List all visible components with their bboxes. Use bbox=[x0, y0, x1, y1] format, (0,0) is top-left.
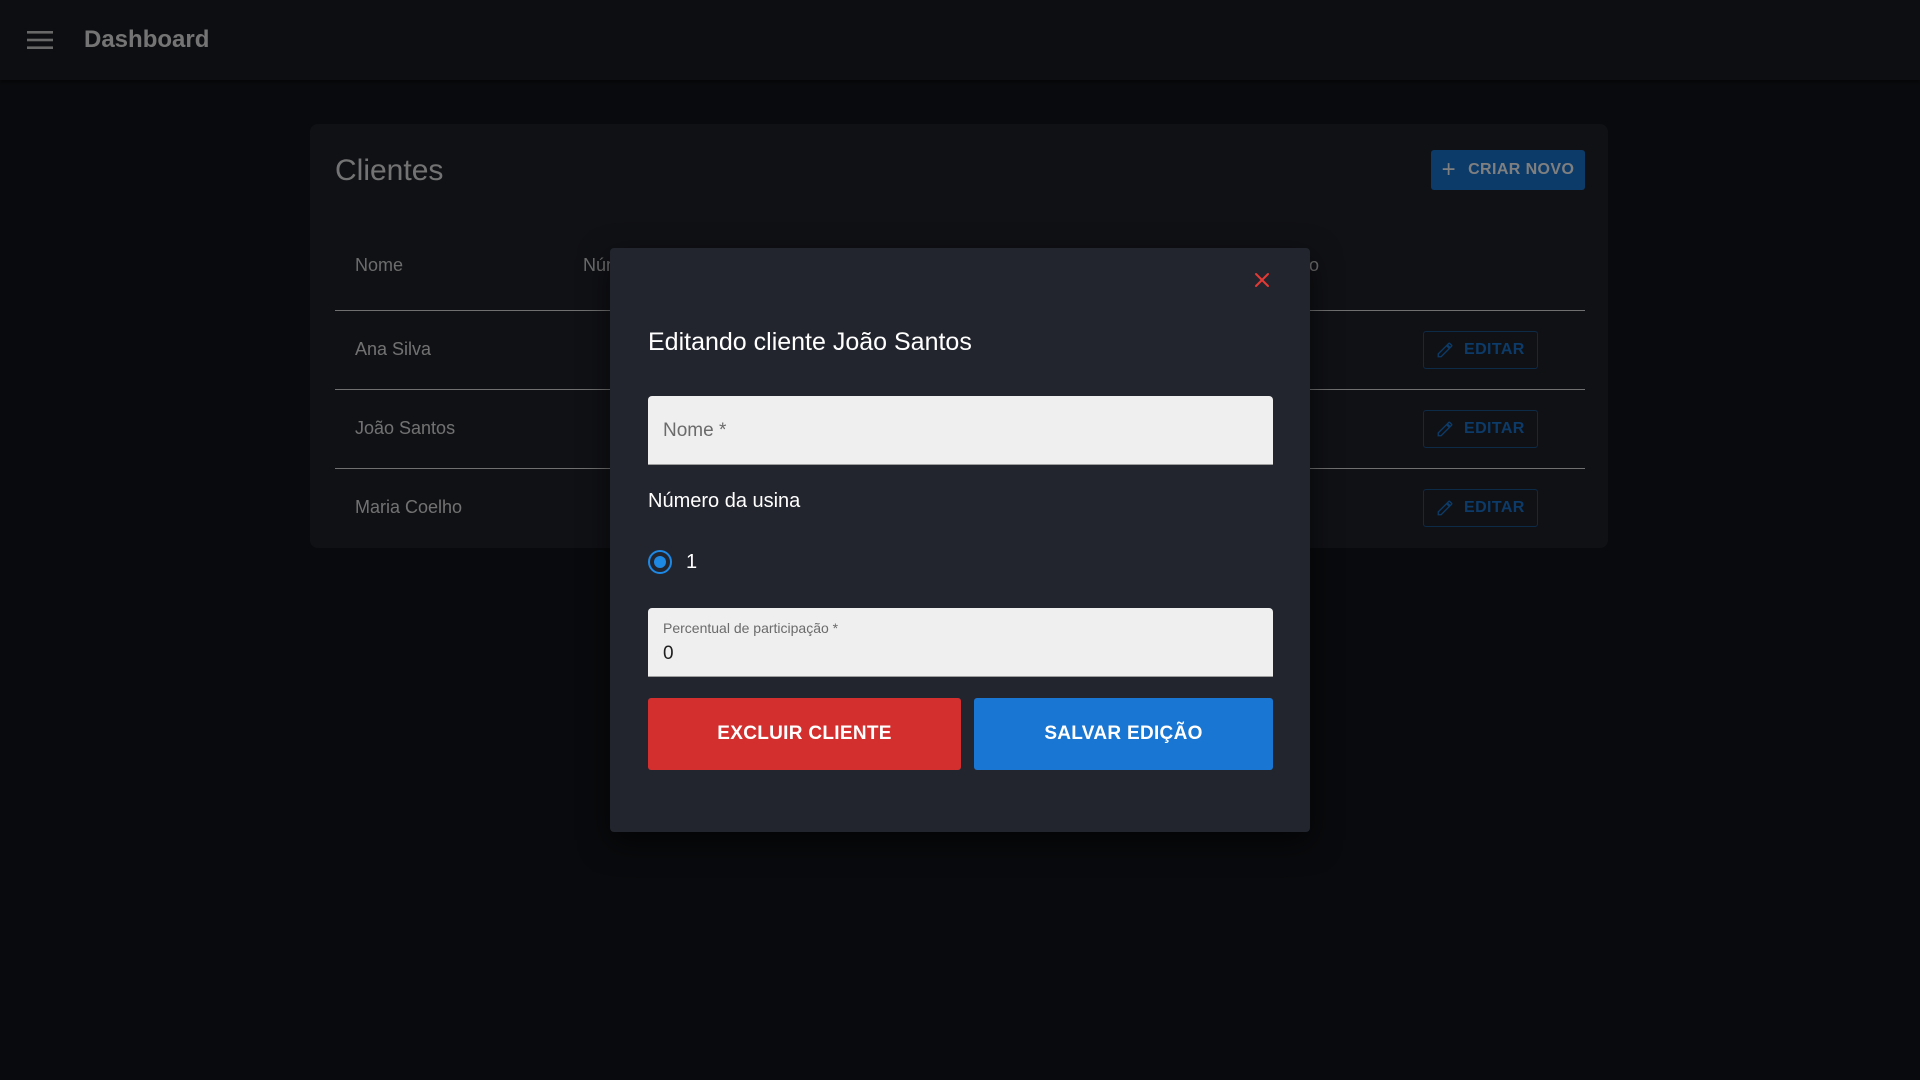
edit-client-modal: Editando cliente João Santos Nome * Núme… bbox=[610, 248, 1310, 832]
save-edit-button[interactable]: SALVAR EDIÇÃO bbox=[974, 698, 1273, 770]
usina-radio-option[interactable]: 1 bbox=[648, 550, 697, 574]
radio-checked-icon[interactable] bbox=[648, 550, 672, 574]
name-field[interactable]: Nome * bbox=[648, 396, 1273, 465]
usina-number-label: Número da usina bbox=[648, 490, 801, 512]
close-icon[interactable] bbox=[1250, 268, 1274, 292]
name-field-placeholder: Nome * bbox=[663, 420, 727, 441]
delete-client-button[interactable]: EXCLUIR CLIENTE bbox=[648, 698, 961, 770]
modal-title: Editando cliente João Santos bbox=[648, 328, 972, 356]
percent-field-value: 0 bbox=[663, 643, 674, 664]
usina-radio-label: 1 bbox=[686, 550, 698, 573]
percent-field-label: Percentual de participação * bbox=[663, 620, 839, 636]
percent-field[interactable]: Percentual de participação * 0 bbox=[648, 608, 1273, 677]
